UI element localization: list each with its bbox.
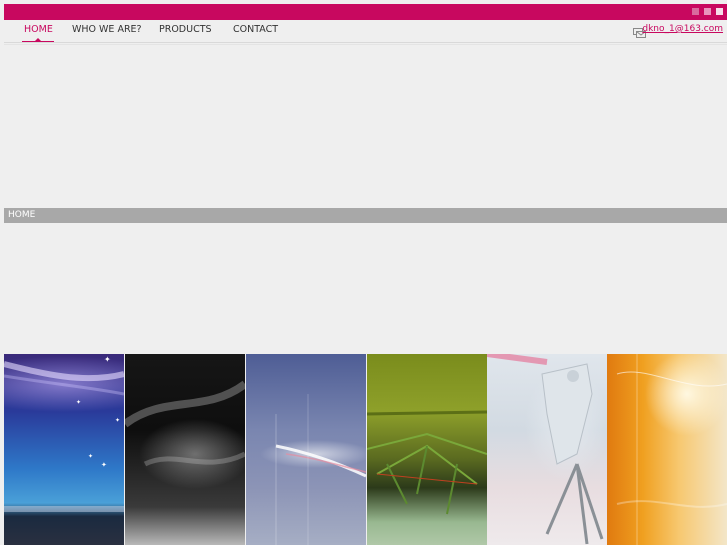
gallery-image-white-sculpture[interactable] xyxy=(487,354,607,545)
svg-text:✦: ✦ xyxy=(101,461,107,469)
gallery-image-orange-glow[interactable] xyxy=(607,354,727,545)
section-bar: HOME xyxy=(4,208,727,223)
nav-item-contact[interactable]: CONTACT xyxy=(233,24,278,35)
close-square-icon[interactable] xyxy=(716,8,723,15)
minimize-square-icon[interactable] xyxy=(692,8,699,15)
nav-item-home[interactable]: HOME xyxy=(24,24,53,35)
gallery-image-green-structure[interactable] xyxy=(367,354,487,545)
nav-item-products[interactable]: PRODUCTS xyxy=(159,24,212,35)
section-title: HOME xyxy=(8,210,36,220)
gallery-image-blue-streak[interactable] xyxy=(246,354,366,545)
main-nav: HOME WHO WE ARE? PRODUCTS CONTACT xyxy=(0,20,727,42)
svg-text:✦: ✦ xyxy=(88,453,93,460)
svg-text:✦: ✦ xyxy=(115,417,120,424)
svg-text:✦: ✦ xyxy=(76,399,81,406)
gallery-image-dark-abstract[interactable] xyxy=(125,354,245,545)
nav-item-who-we-are[interactable]: WHO WE ARE? xyxy=(72,24,142,35)
divider xyxy=(4,42,727,43)
contact-email-link[interactable]: dkno_1@163.com xyxy=(642,24,723,34)
restore-square-icon[interactable] xyxy=(704,8,711,15)
svg-text:✦: ✦ xyxy=(104,355,111,364)
header-bar xyxy=(4,4,727,20)
gallery-image-aurora-sky[interactable]: ✦ ✦ ✦ ✦ ✦ xyxy=(4,354,124,545)
divider xyxy=(4,44,727,45)
